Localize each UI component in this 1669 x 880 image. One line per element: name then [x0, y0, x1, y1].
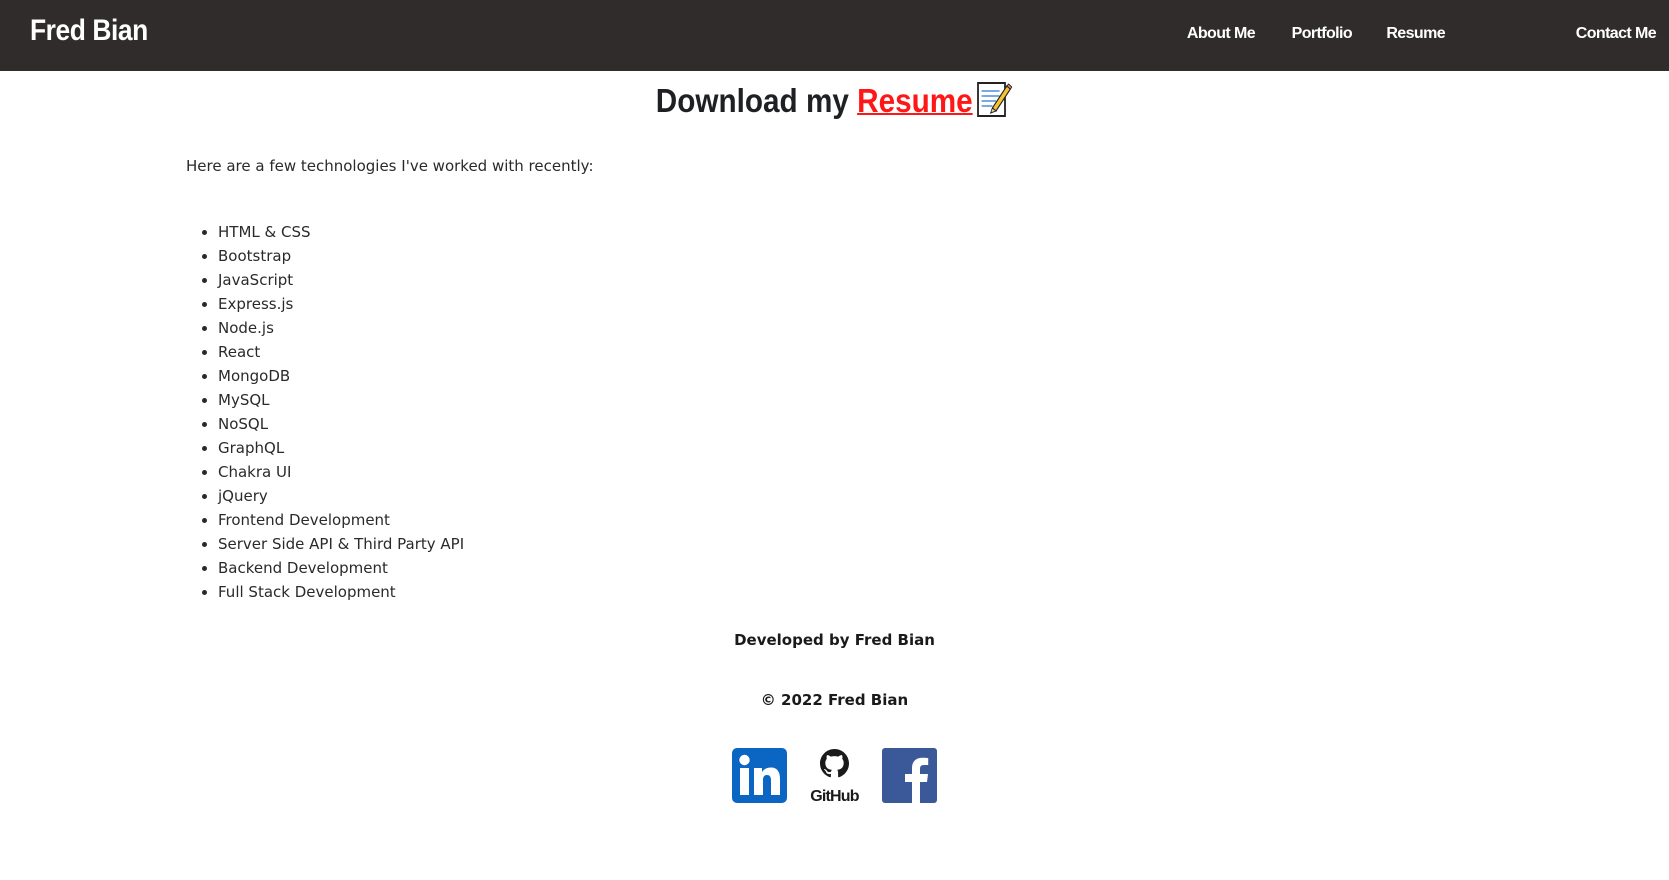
- social-links: GitHub: [0, 748, 1669, 805]
- list-item: JavaScript: [218, 268, 464, 292]
- heading-prefix: Download my: [656, 82, 858, 119]
- list-item: jQuery: [218, 484, 464, 508]
- list-item: Chakra UI: [218, 460, 464, 484]
- copyright-text: © 2022 Fred Bian: [760, 691, 909, 709]
- list-item: Server Side API & Third Party API: [218, 532, 464, 556]
- list-item: Full Stack Development: [218, 580, 464, 604]
- nav-portfolio[interactable]: Portfolio: [1292, 25, 1353, 43]
- facebook-link[interactable]: [882, 748, 937, 803]
- nav-about-me[interactable]: About Me: [1187, 25, 1256, 43]
- memo-icon: [977, 80, 1013, 126]
- github-label: GitHub: [810, 788, 860, 803]
- resume-download-link[interactable]: Resume: [858, 82, 1013, 119]
- list-item: Backend Development: [218, 556, 464, 580]
- brand-logo-link[interactable]: Fred Bian: [30, 14, 148, 48]
- resume-link-label: Resume: [857, 82, 974, 119]
- list-item: Frontend Development: [218, 508, 464, 532]
- list-item: NoSQL: [218, 412, 464, 436]
- list-item: Node.js: [218, 316, 464, 340]
- nav-resume[interactable]: Resume: [1386, 25, 1445, 43]
- linkedin-link[interactable]: [732, 748, 787, 803]
- facebook-icon: [882, 748, 937, 803]
- list-item: MySQL: [218, 388, 464, 412]
- github-icon: GitHub: [810, 749, 861, 805]
- list-item: React: [218, 340, 464, 364]
- list-item: Bootstrap: [218, 244, 464, 268]
- linkedin-icon: [732, 748, 787, 803]
- developed-by-text: Developed by Fred Bian: [734, 631, 935, 649]
- nav-contact-me[interactable]: Contact Me: [1576, 25, 1657, 43]
- list-item: HTML & CSS: [218, 220, 464, 244]
- top-navbar: Fred Bian About Me Portfolio Resume Cont…: [0, 0, 1669, 71]
- github-link[interactable]: GitHub: [807, 748, 862, 805]
- page-heading: Download my Resume: [0, 80, 1669, 126]
- technologies-intro: Here are a few technologies I've worked …: [186, 157, 594, 175]
- technologies-list: HTML & CSS Bootstrap JavaScript Express.…: [186, 220, 464, 604]
- list-item: GraphQL: [218, 436, 464, 460]
- list-item: Express.js: [218, 292, 464, 316]
- list-item: MongoDB: [218, 364, 464, 388]
